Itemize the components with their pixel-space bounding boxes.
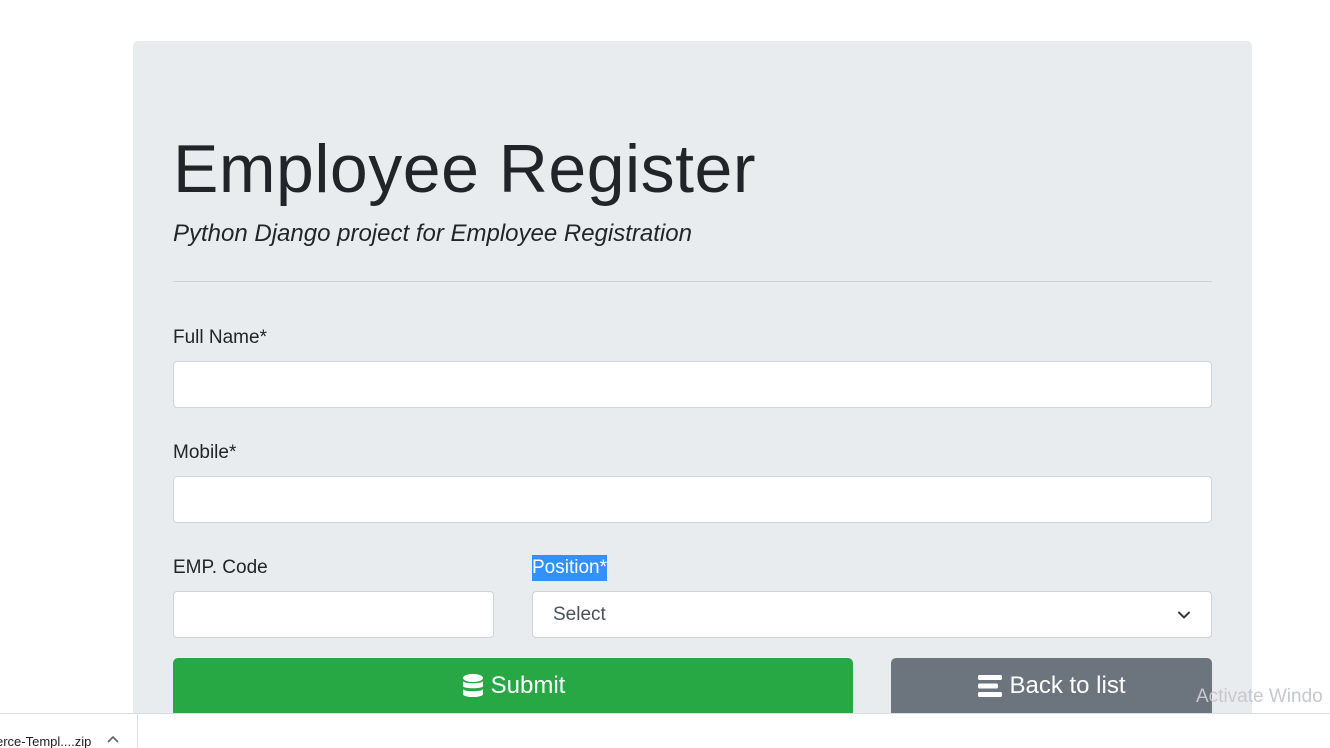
fullname-label: Full Name* bbox=[173, 327, 267, 348]
download-item[interactable]: erce-Templ....zip bbox=[0, 714, 138, 748]
page-title: Employee Register bbox=[173, 131, 756, 207]
empcode-label: EMP. Code bbox=[173, 557, 268, 578]
mobile-label: Mobile* bbox=[173, 442, 237, 463]
back-to-list-button[interactable]: Back to list bbox=[891, 658, 1212, 714]
list-icon bbox=[978, 675, 1003, 697]
position-label: Position* bbox=[532, 555, 607, 581]
mobile-input[interactable] bbox=[173, 476, 1212, 523]
download-bar: erce-Templ....zip bbox=[0, 713, 1330, 748]
submit-button-label: Submit bbox=[490, 672, 566, 699]
page-subtitle: Python Django project for Employee Regis… bbox=[173, 220, 692, 247]
position-select[interactable]: Select bbox=[532, 591, 1212, 638]
empcode-input[interactable] bbox=[173, 591, 494, 638]
fullname-input[interactable] bbox=[173, 361, 1212, 408]
database-icon bbox=[462, 674, 483, 697]
download-file-name: erce-Templ....zip bbox=[0, 734, 92, 748]
jumbotron-panel: Employee Register Python Django project … bbox=[133, 41, 1252, 741]
divider bbox=[173, 281, 1212, 282]
chevron-down-icon bbox=[1178, 611, 1190, 618]
watermark-line1: Activate Windo bbox=[1196, 686, 1323, 707]
position-select-value: Select bbox=[553, 603, 606, 625]
submit-button[interactable]: Submit bbox=[173, 658, 853, 714]
back-button-label: Back to list bbox=[1009, 672, 1126, 699]
chevron-up-icon[interactable] bbox=[107, 735, 119, 743]
